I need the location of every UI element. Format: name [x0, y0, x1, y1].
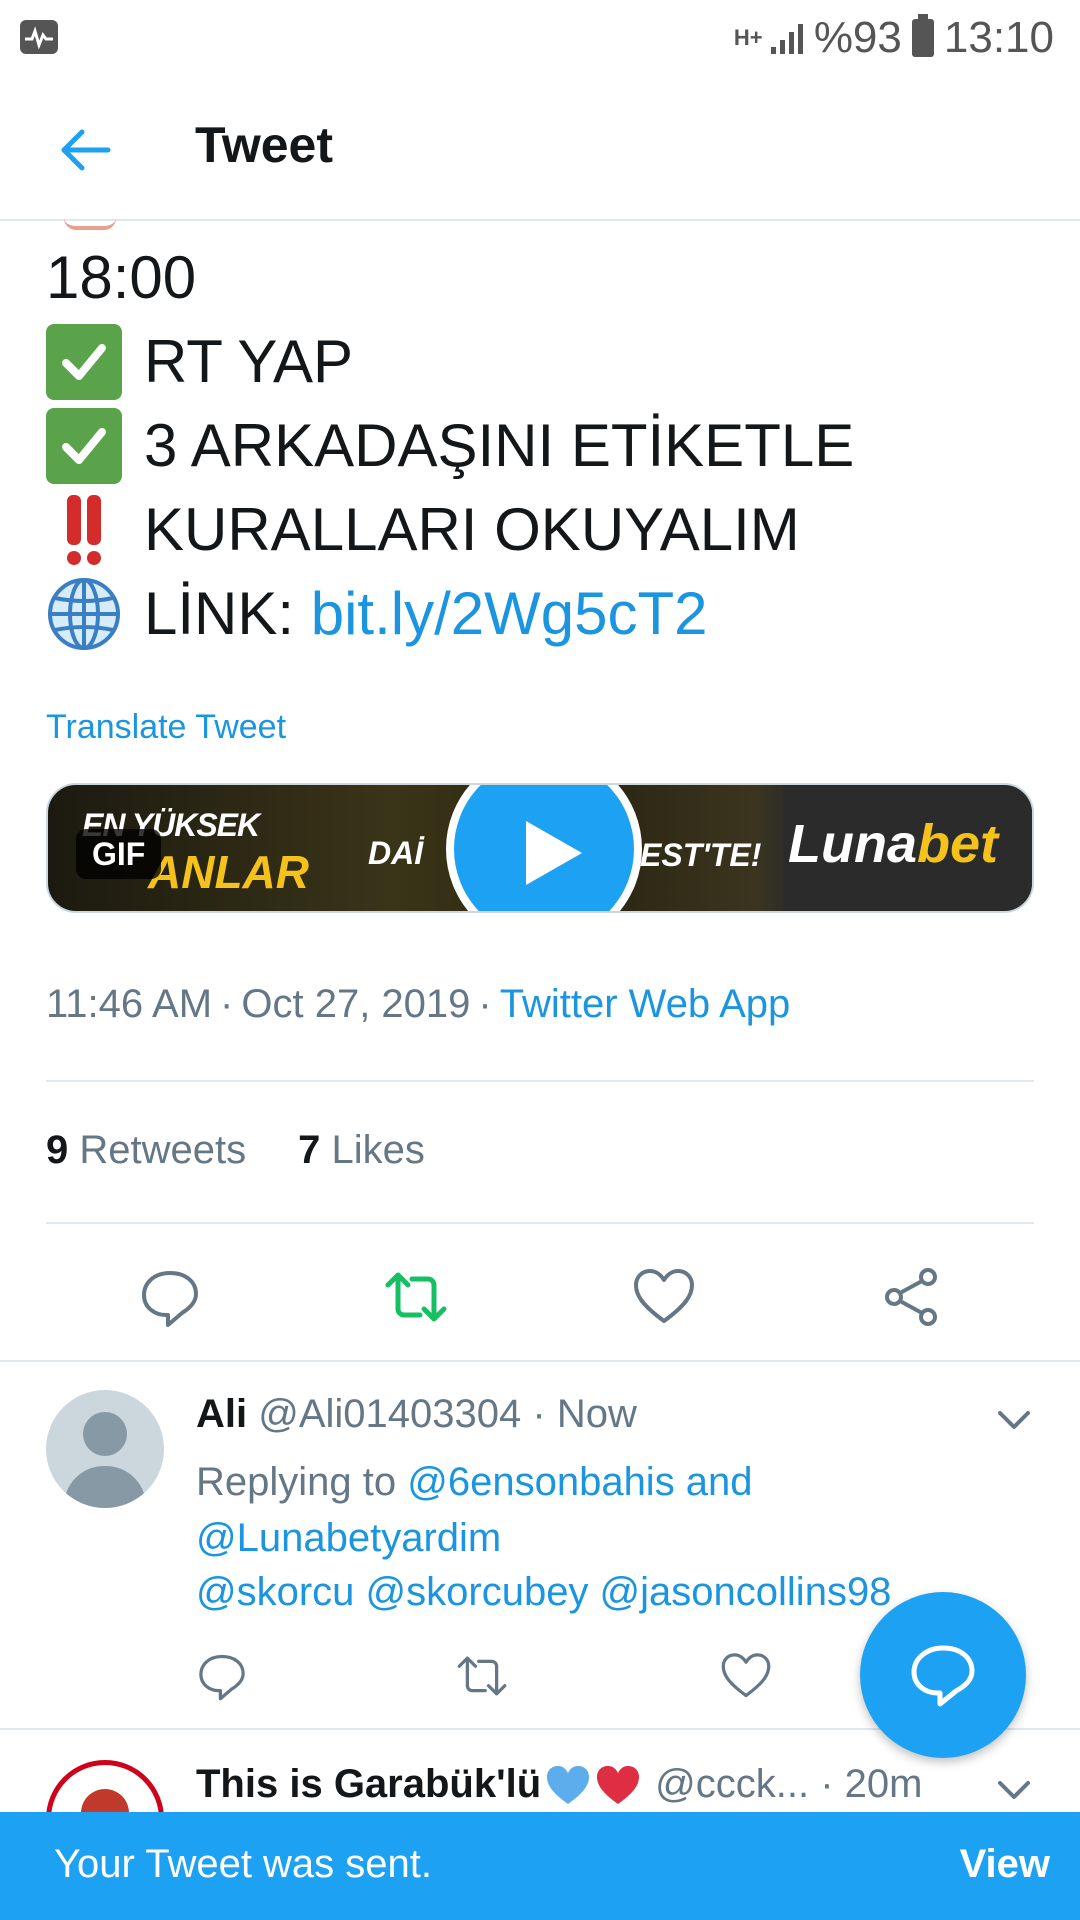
clock: 13:10 — [943, 13, 1054, 62]
like-heart-icon[interactable] — [720, 1650, 772, 1702]
battery-icon — [911, 14, 934, 57]
like-heart-icon[interactable] — [632, 1265, 696, 1329]
double-exclamation-icon — [46, 495, 122, 565]
globe-icon — [48, 578, 120, 650]
avatar[interactable] — [46, 1390, 164, 1508]
play-icon — [526, 821, 582, 885]
divider — [46, 1080, 1034, 1082]
network-type: H+ — [733, 25, 763, 50]
red-heart-icon — [597, 1765, 640, 1804]
tweet-line-text: RT YAP — [144, 328, 354, 395]
tweet-line: 3 ARKADAŞINI ETİKETLE — [46, 404, 1046, 488]
tweet-line-text: 18:00 — [46, 244, 197, 311]
tweet-link[interactable]: bit.ly/2Wg5cT2 — [311, 572, 708, 656]
page-title: Tweet — [195, 117, 333, 173]
snackbar-message: Your Tweet was sent. — [54, 1842, 433, 1886]
tweet-date: Oct 27, 2019 — [241, 982, 471, 1026]
gif-badge: GIF — [76, 829, 162, 879]
reply-time: Now — [556, 1392, 637, 1436]
tweet-line: LİNK: bit.ly/2Wg5cT2 — [46, 572, 1046, 656]
clipped-emoji — [64, 218, 116, 230]
reply-time: 20m — [844, 1762, 923, 1806]
snackbar: Your Tweet was sent. View — [0, 1812, 1080, 1920]
reply-text[interactable]: @skorcu @skorcubey @jasoncollins98 — [196, 1570, 891, 1615]
reply-icon[interactable] — [196, 1650, 248, 1702]
replying-to: Replying to @6ensonbahis and @Lunabetyar… — [196, 1460, 753, 1560]
tweet-actions — [0, 1255, 1080, 1335]
replying-to-handles[interactable]: @6ensonbahis and — [407, 1460, 752, 1504]
top-app-bar: Tweet — [0, 76, 1080, 221]
tweet-meta: 11:46 AM · Oct 27, 2019 · Twitter Web App — [46, 982, 791, 1026]
gif-media[interactable]: EN YÜKSEK ANLAR DAİ EST'TE! Lunabet GIF — [46, 783, 1034, 913]
reply-author-name[interactable]: Ali — [196, 1392, 247, 1436]
tweet-line: KURALLARI OKUYALIM — [46, 488, 1046, 572]
divider — [46, 1222, 1034, 1224]
back-arrow-icon[interactable] — [56, 120, 116, 180]
reply-author-handle[interactable]: @ccck... — [655, 1762, 809, 1807]
brand-logo: Lunabet — [788, 814, 998, 874]
media-text: EST'TE! — [640, 837, 762, 873]
media-text: ANLAR — [148, 846, 309, 898]
reply-header: Ali @Ali01403304 · Now — [196, 1392, 637, 1436]
reply-icon[interactable] — [138, 1265, 202, 1329]
tweet-stats: 9 Retweets 7 Likes — [46, 1128, 425, 1173]
chevron-down-icon[interactable] — [994, 1770, 1034, 1810]
status-indicators: H+ %93 13:10 — [734, 12, 1054, 64]
compose-reply-button[interactable] — [860, 1592, 1026, 1758]
retweet-icon[interactable] — [384, 1265, 448, 1329]
tweet-line: RT YAP — [46, 320, 1046, 404]
tweet-text: 18:00 RT YAP 3 ARKADAŞINI ETİKETLE KURAL… — [46, 236, 1046, 656]
likes-stat[interactable]: 7 Likes — [298, 1128, 425, 1172]
play-button[interactable] — [446, 785, 642, 911]
status-bar: H+ %93 13:10 — [0, 0, 1080, 76]
reply-icon — [911, 1645, 975, 1707]
battery-percent: %93 — [813, 13, 902, 62]
share-icon[interactable] — [880, 1265, 944, 1329]
media-text: DAİ — [368, 835, 424, 871]
chevron-down-icon[interactable] — [994, 1400, 1034, 1440]
signal-icon — [770, 24, 803, 54]
reply-author-name[interactable]: This is Garabük'lü — [196, 1762, 541, 1807]
retweet-icon[interactable] — [456, 1650, 508, 1702]
reply-author-handle[interactable]: @Ali01403304 — [258, 1392, 521, 1436]
tweet-line-text: KURALLARI OKUYALIM — [144, 496, 800, 563]
blue-heart-icon — [547, 1765, 590, 1804]
tweet-time: 11:46 AM — [46, 982, 213, 1026]
check-mark-button-icon — [46, 408, 122, 484]
tweet-line: 18:00 — [46, 236, 1046, 320]
divider — [0, 1360, 1080, 1362]
check-mark-button-icon — [46, 324, 122, 400]
tweet-source[interactable]: Twitter Web App — [500, 982, 791, 1026]
retweets-stat[interactable]: 9 Retweets — [46, 1128, 246, 1172]
translate-tweet-link[interactable]: Translate Tweet — [46, 708, 286, 747]
replying-to-handles[interactable]: @Lunabetyardim — [196, 1516, 501, 1560]
tweet-line-text: LİNK: — [144, 580, 311, 647]
activity-icon — [20, 20, 58, 54]
tweet-line-text: 3 ARKADAŞINI ETİKETLE — [144, 412, 855, 479]
snackbar-view-button[interactable]: View — [960, 1842, 1050, 1887]
reply-header: This is Garabük'lü @ccck... · 20m — [196, 1762, 923, 1807]
